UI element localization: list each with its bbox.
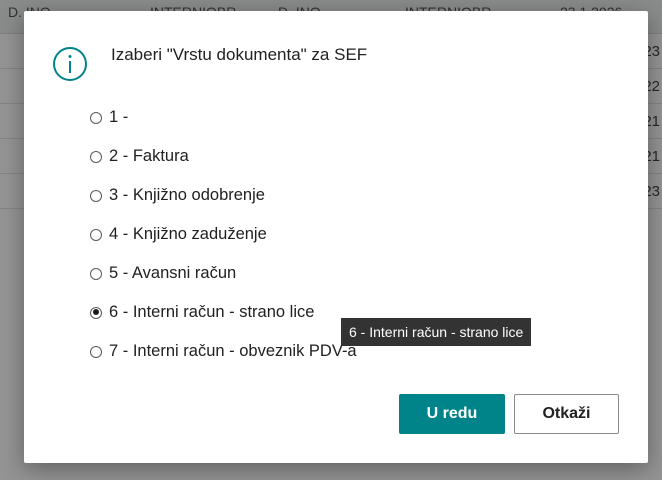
info-icon — [53, 47, 87, 81]
option-4-knjizno-zaduzenje[interactable]: 4 - Knjižno zaduženje — [90, 215, 357, 254]
option-label: 3 - Knjižno odobrenje — [109, 186, 265, 204]
option-label: 4 - Knjižno zaduženje — [109, 225, 267, 243]
select-document-type-dialog: Izaberi "Vrstu dokumenta" za SEF 1 - 2 -… — [24, 11, 648, 463]
option-tooltip: 6 - Interni račun - strano lice — [341, 318, 532, 346]
option-2-faktura[interactable]: 2 - Faktura — [90, 137, 357, 176]
radio-button-selected[interactable] — [90, 306, 102, 319]
radio-button[interactable] — [90, 345, 102, 358]
option-3-knjizno-odobrenje[interactable]: 3 - Knjižno odobrenje — [90, 176, 357, 215]
radio-button[interactable] — [90, 111, 102, 124]
option-label: 7 - Interni račun - obveznik PDV-a — [109, 342, 357, 360]
option-label: 2 - Faktura — [109, 147, 189, 165]
option-label: 5 - Avansni račun — [109, 264, 237, 282]
option-1[interactable]: 1 - — [90, 98, 357, 137]
radio-button[interactable] — [90, 150, 102, 163]
cancel-button[interactable]: Otkaži — [514, 394, 619, 434]
radio-button[interactable] — [90, 189, 102, 202]
option-5-avansni-racun[interactable]: 5 - Avansni račun — [90, 254, 357, 293]
ok-button[interactable]: U redu — [399, 394, 505, 434]
radio-button[interactable] — [90, 228, 102, 241]
radio-button[interactable] — [90, 267, 102, 280]
dialog-title: Izaberi "Vrstu dokumenta" za SEF — [111, 45, 368, 64]
option-label: 6 - Interni račun - strano lice — [109, 303, 315, 321]
option-label: 1 - — [109, 108, 129, 126]
option-7-interni-racun-obveznik-pdv[interactable]: 7 - Interni račun - obveznik PDV-a — [90, 332, 357, 371]
option-6-interni-racun-strano-lice[interactable]: 6 - Interni račun - strano lice — [90, 293, 357, 332]
document-type-options: 1 - 2 - Faktura 3 - Knjižno odobrenje 4 … — [90, 98, 357, 371]
